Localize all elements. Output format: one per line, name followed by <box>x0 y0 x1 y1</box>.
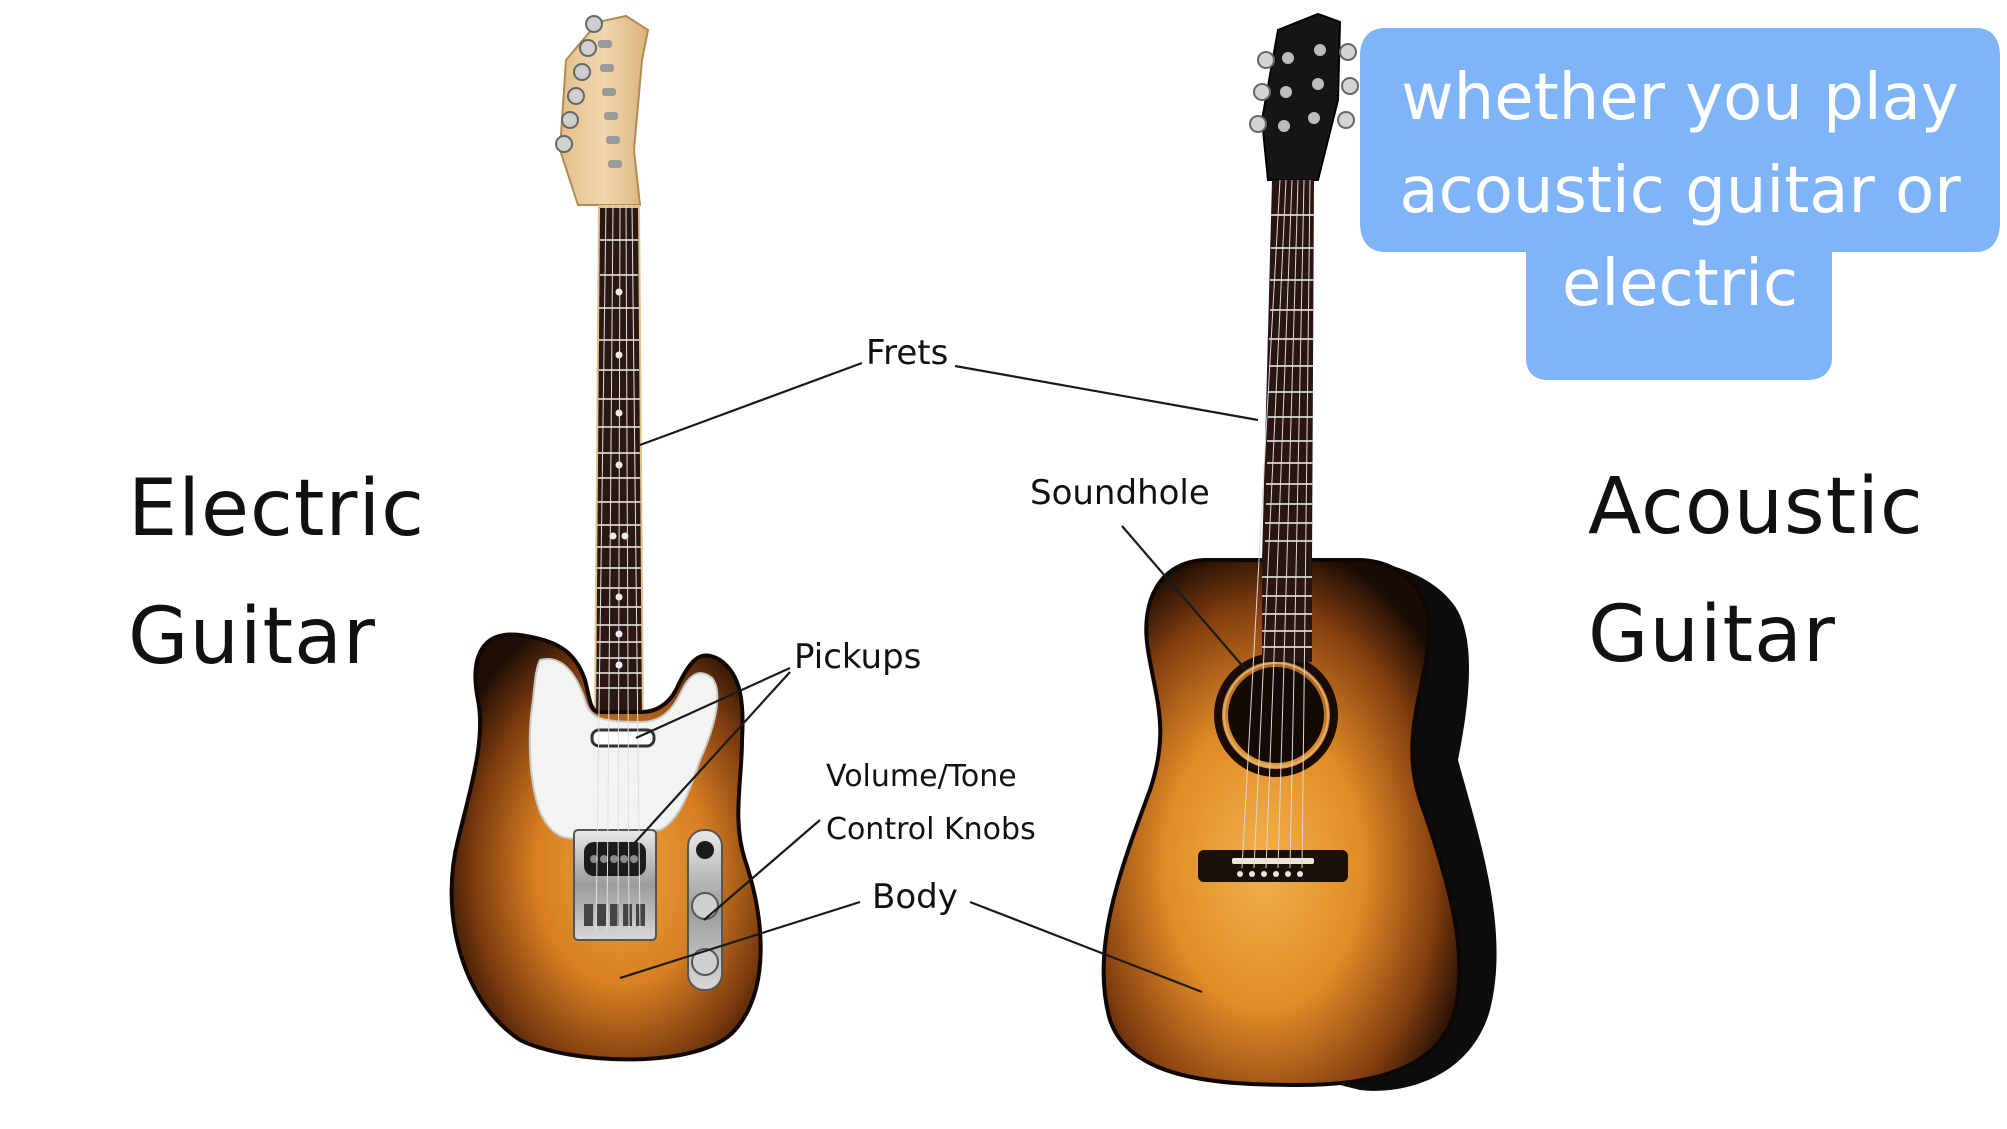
electric-neck-pickup <box>590 728 656 748</box>
frets-leader-electric <box>639 361 863 447</box>
controls-label-line2: Control Knobs <box>826 812 1036 847</box>
acoustic-title-line2: Guitar <box>1588 590 1836 680</box>
electric-guitar <box>449 14 763 1062</box>
electric-title-line1: Electric <box>128 464 426 554</box>
acoustic-title-line1: Acoustic <box>1588 462 1924 552</box>
acoustic-headstock <box>1260 12 1342 181</box>
soundhole-label: Soundhole <box>1030 473 1210 513</box>
electric-title-line2: Guitar <box>128 592 376 682</box>
acoustic-bridge <box>1198 850 1348 882</box>
frets-leader-acoustic <box>954 364 1259 422</box>
controls-label-line1: Volume/Tone <box>826 759 1017 794</box>
speech-bubble-text: whether you play acoustic guitar or elec… <box>1360 52 2000 330</box>
frets-label: Frets <box>866 333 949 373</box>
bubble-line-1: whether you play <box>1401 61 1959 135</box>
pickups-label: Pickups <box>794 637 922 677</box>
acoustic-soundhole <box>1228 667 1324 763</box>
bubble-line-3: electric <box>1561 246 1799 321</box>
bubble-line-2: acoustic guitar or <box>1399 153 1961 228</box>
body-label: Body <box>872 877 958 917</box>
